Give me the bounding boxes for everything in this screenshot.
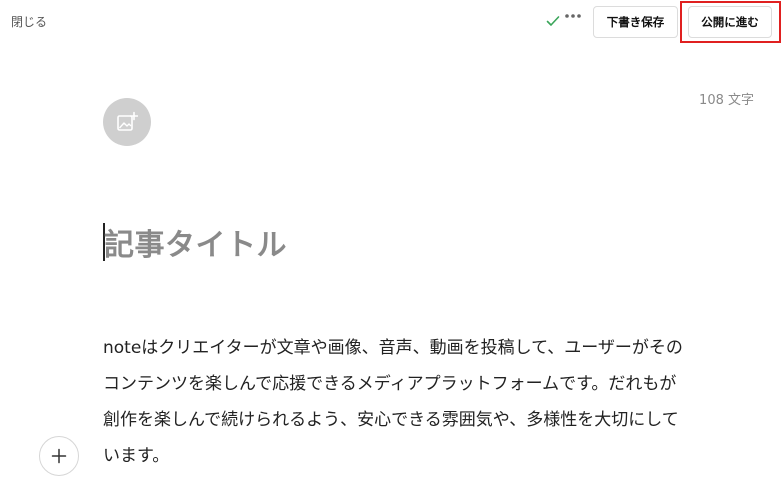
close-button[interactable]: 閉じる: [11, 13, 47, 30]
add-block-button[interactable]: [39, 436, 79, 476]
body-line: コンテンツを楽しんで応援できるメディアプラットフォームです。だれもが: [103, 374, 677, 394]
body-line: noteはクリエイターが文章や画像、音声、動画を投稿して、ユーザーがその: [103, 338, 683, 358]
image-add-button[interactable]: [103, 98, 151, 146]
char-count: 108 文字: [699, 93, 754, 108]
article-body[interactable]: noteはクリエイターが文章や画像、音声、動画を投稿して、ユーザーがその コンテ…: [103, 330, 743, 474]
note-editor: 閉じる 下書き保存 公開に進む 108 文字 記事タイトル noteはクリエイタ…: [0, 0, 783, 496]
check-icon: [546, 16, 560, 26]
body-line: 創作を楽しんで続けられるよう、安心できる雰囲気や、多様性を大切にして: [103, 410, 679, 430]
save-draft-button[interactable]: 下書き保存: [593, 6, 678, 38]
body-line: います。: [103, 446, 170, 466]
article-title-input[interactable]: 記事タイトル: [104, 220, 287, 264]
more-dots-icon[interactable]: [564, 11, 582, 21]
plus-icon: [51, 448, 67, 464]
image-add-icon: [117, 111, 138, 131]
publish-button[interactable]: 公開に進む: [688, 6, 772, 38]
